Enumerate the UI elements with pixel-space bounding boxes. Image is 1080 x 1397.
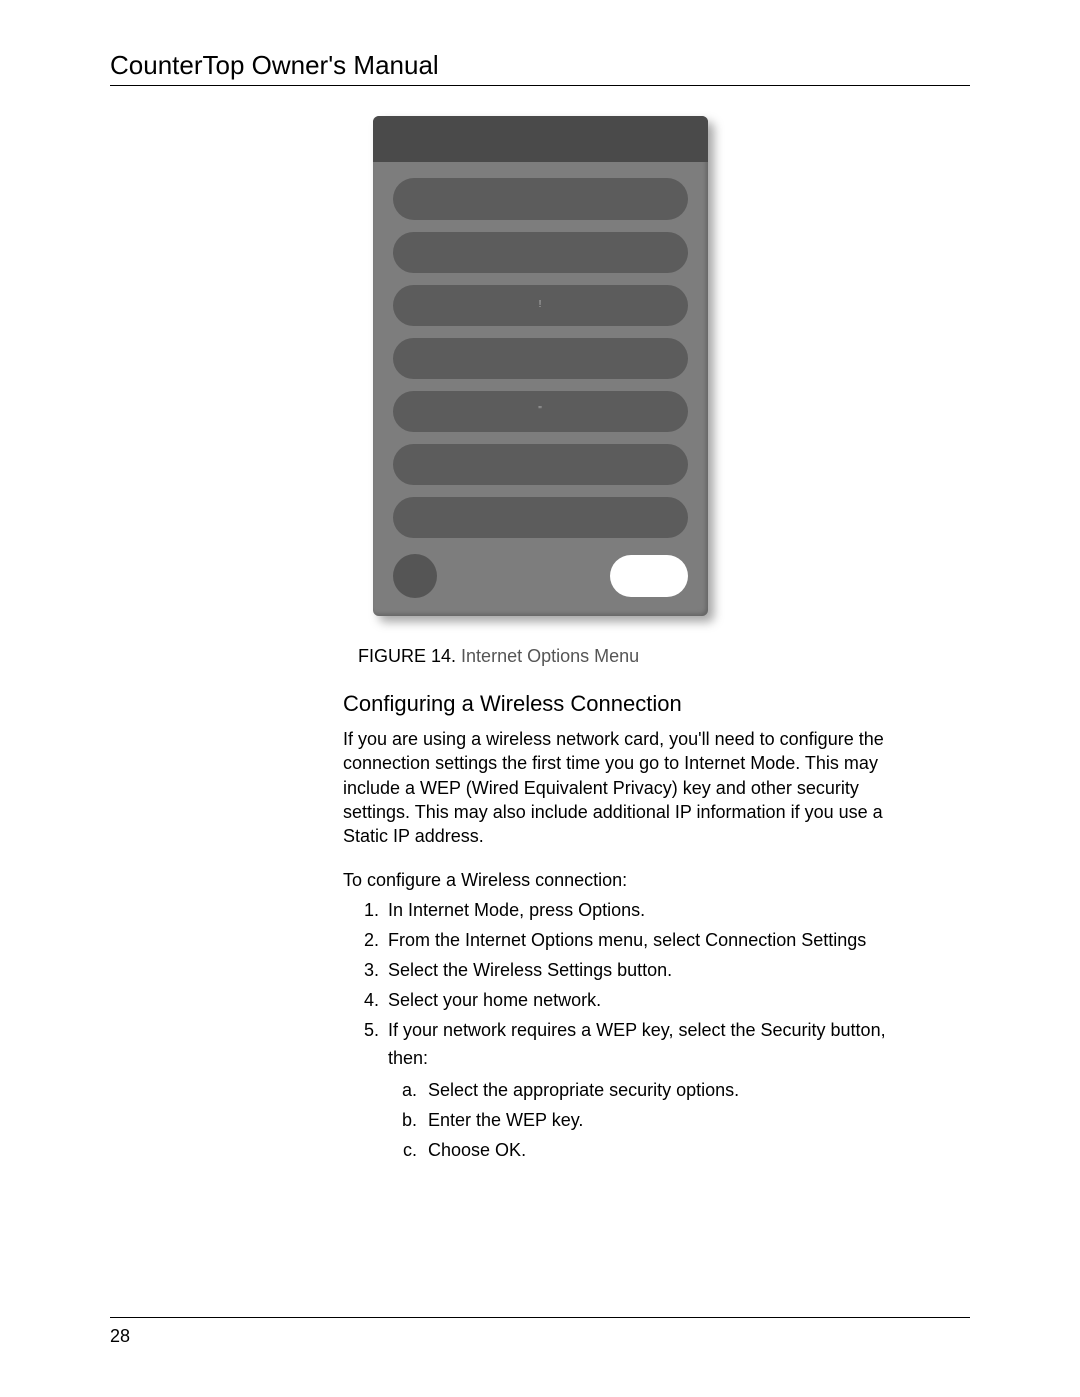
menu-item-1[interactable] <box>393 178 688 219</box>
substep-a: Select the appropriate security options. <box>422 1077 930 1105</box>
step-1: In Internet Mode, press Options. <box>384 897 930 925</box>
term-connection-settings: Connection Settings <box>705 930 866 950</box>
term-options: Options <box>578 900 640 920</box>
term-ok: OK <box>495 1140 521 1160</box>
header-rule <box>110 85 970 86</box>
figure-container: ! " <box>110 116 970 616</box>
steps-intro: To configure a Wireless connection: <box>343 870 930 891</box>
step-4: Select your home network. <box>384 987 930 1015</box>
figure-label: FIGURE 14. <box>358 646 456 666</box>
step-3: Select the Wireless Settings button. <box>384 957 930 985</box>
footer-rule <box>110 1317 970 1318</box>
figure-title: Internet Options Menu <box>461 646 639 666</box>
device-statusbar <box>373 116 708 162</box>
substep-b: Enter the WEP key. <box>422 1107 930 1135</box>
device-mockup: ! " <box>373 116 708 616</box>
section-heading: Configuring a Wireless Connection <box>343 691 970 717</box>
section-paragraph: If you are using a wireless network card… <box>343 727 930 848</box>
term-wireless-settings: Wireless Settings <box>473 960 612 980</box>
page-header-title: CounterTop Owner's Manual <box>110 50 970 85</box>
menu-item-7[interactable] <box>393 497 688 538</box>
substeps-list: Select the appropriate security options.… <box>402 1077 930 1165</box>
menu-item-2[interactable] <box>393 232 688 273</box>
back-button[interactable] <box>393 554 437 598</box>
menu-item-5[interactable]: " <box>393 391 688 432</box>
manual-page: CounterTop Owner's Manual ! " FIGURE 14.… <box>0 0 1080 1397</box>
figure-caption: FIGURE 14. Internet Options Menu <box>358 646 970 667</box>
menu-item-6[interactable] <box>393 444 688 485</box>
step-5: If your network requires a WEP key, sele… <box>384 1017 930 1164</box>
steps-list: In Internet Mode, press Options. From th… <box>366 897 930 1164</box>
page-number: 28 <box>110 1326 970 1347</box>
step-2: From the Internet Options menu, select C… <box>384 927 930 955</box>
menu-item-3[interactable]: ! <box>393 285 688 326</box>
substep-c: Choose OK. <box>422 1137 930 1165</box>
menu-item-4[interactable] <box>393 338 688 379</box>
term-security: Security <box>761 1020 826 1040</box>
page-footer: 28 <box>110 1317 970 1347</box>
ok-button[interactable] <box>610 555 688 597</box>
device-bottom-bar <box>373 544 708 604</box>
